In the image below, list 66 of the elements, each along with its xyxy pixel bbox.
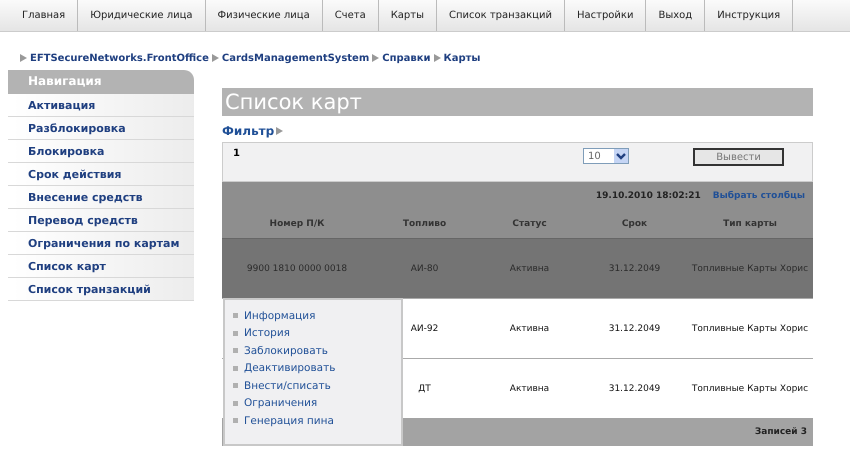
menu-item[interactable]: История (233, 326, 401, 341)
column-header: Номер П/К (268, 219, 326, 229)
arrow-icon (20, 54, 27, 62)
table-cell-text: ДТ (417, 384, 432, 394)
arrow-icon (434, 54, 441, 62)
sidebar-item[interactable]: Перевод средств (8, 209, 194, 232)
column-header: Тип карты (722, 219, 778, 229)
arrow-icon (276, 127, 284, 135)
table-cell-text: Активна (508, 324, 550, 334)
show-button[interactable]: Вывести (693, 148, 784, 166)
column-header: Статус (511, 219, 548, 229)
nav-tab[interactable]: Физические лица (206, 0, 323, 31)
sidebar-item[interactable]: Список карт (8, 255, 194, 278)
menu-item[interactable]: Заблокировать (233, 343, 401, 358)
table-cell-text: Топливные Карты Хорис (690, 264, 810, 274)
bullet-icon (233, 418, 238, 424)
bullet-icon (233, 366, 238, 371)
sidebar-item[interactable]: Активация (8, 94, 194, 117)
filter-link[interactable]: Фильтр (222, 124, 274, 138)
nav-tab[interactable]: Юридические лица (78, 0, 206, 31)
bullet-icon (233, 383, 238, 388)
page-title: Список карт (222, 88, 813, 116)
nav-tab[interactable]: Инструкция (705, 0, 794, 31)
bullet-icon (233, 313, 238, 318)
bullet-icon (233, 348, 238, 354)
nav-tab[interactable]: Выход (646, 0, 706, 31)
nav-tab[interactable]: Главная (10, 0, 78, 31)
column-header: Топливо (402, 219, 448, 229)
sidebar-item[interactable]: Блокировка (8, 140, 194, 163)
menu-item[interactable]: Ограничения (233, 396, 401, 411)
breadcrumb-link[interactable]: EFTSecureNetworks.FrontOffice (30, 52, 209, 64)
table-cell-text: Топливные Карты Хорис (690, 324, 810, 334)
nav-tab[interactable]: Настройки (564, 0, 646, 31)
sidebar-item[interactable]: Внесение средств (8, 186, 194, 209)
page-size-select[interactable]: 10 (583, 148, 629, 164)
table-cell-text: АИ-80 (410, 264, 440, 274)
bullet-icon (233, 330, 238, 336)
nav-tab[interactable]: Список транзакций (437, 0, 565, 31)
table-cell-text: 9900 1810 0000 0018 (246, 264, 348, 274)
dropdown-icon (614, 149, 628, 163)
table-cell-text: Активна (508, 384, 550, 394)
sidebar-item[interactable]: Список транзакций (8, 278, 194, 301)
table-cell-text: Топливные Карты Хорис (690, 384, 810, 394)
bullet-icon (233, 400, 238, 406)
menu-item[interactable]: Деактивировать (233, 360, 401, 376)
table-cell-text: Активна (508, 264, 550, 274)
table-cell-text: 31.12.2049 (608, 384, 662, 394)
timestamp: 19.10.2010 18:02:21 (596, 191, 701, 201)
arrow-icon (372, 54, 380, 62)
breadcrumb-link[interactable]: Справки (382, 52, 431, 64)
sidebar-item[interactable]: Разблокировка (8, 117, 194, 140)
column-header: Срок (620, 219, 648, 229)
page-number[interactable]: 1 (233, 148, 583, 159)
menu-item[interactable]: Внести/списать (233, 378, 401, 394)
sidebar-header: Навигация (8, 70, 194, 94)
nav-tab[interactable]: Счета (322, 0, 379, 31)
sidebar-item[interactable]: Срок действия (8, 163, 194, 186)
arrow-icon (212, 54, 219, 62)
breadcrumb-link[interactable]: CardsManagementSystem (222, 52, 370, 64)
table-cell-text: АИ-92 (410, 324, 440, 334)
table-cell-text: 31.12.2049 (608, 264, 662, 274)
breadcrumb-link[interactable]: Карты (444, 52, 480, 64)
table-cell-text: 31.12.2049 (608, 324, 662, 334)
menu-item[interactable]: Информация (233, 308, 401, 324)
nav-tab[interactable]: Карты (378, 0, 437, 31)
sidebar-item[interactable]: Ограничения по картам (8, 232, 194, 255)
